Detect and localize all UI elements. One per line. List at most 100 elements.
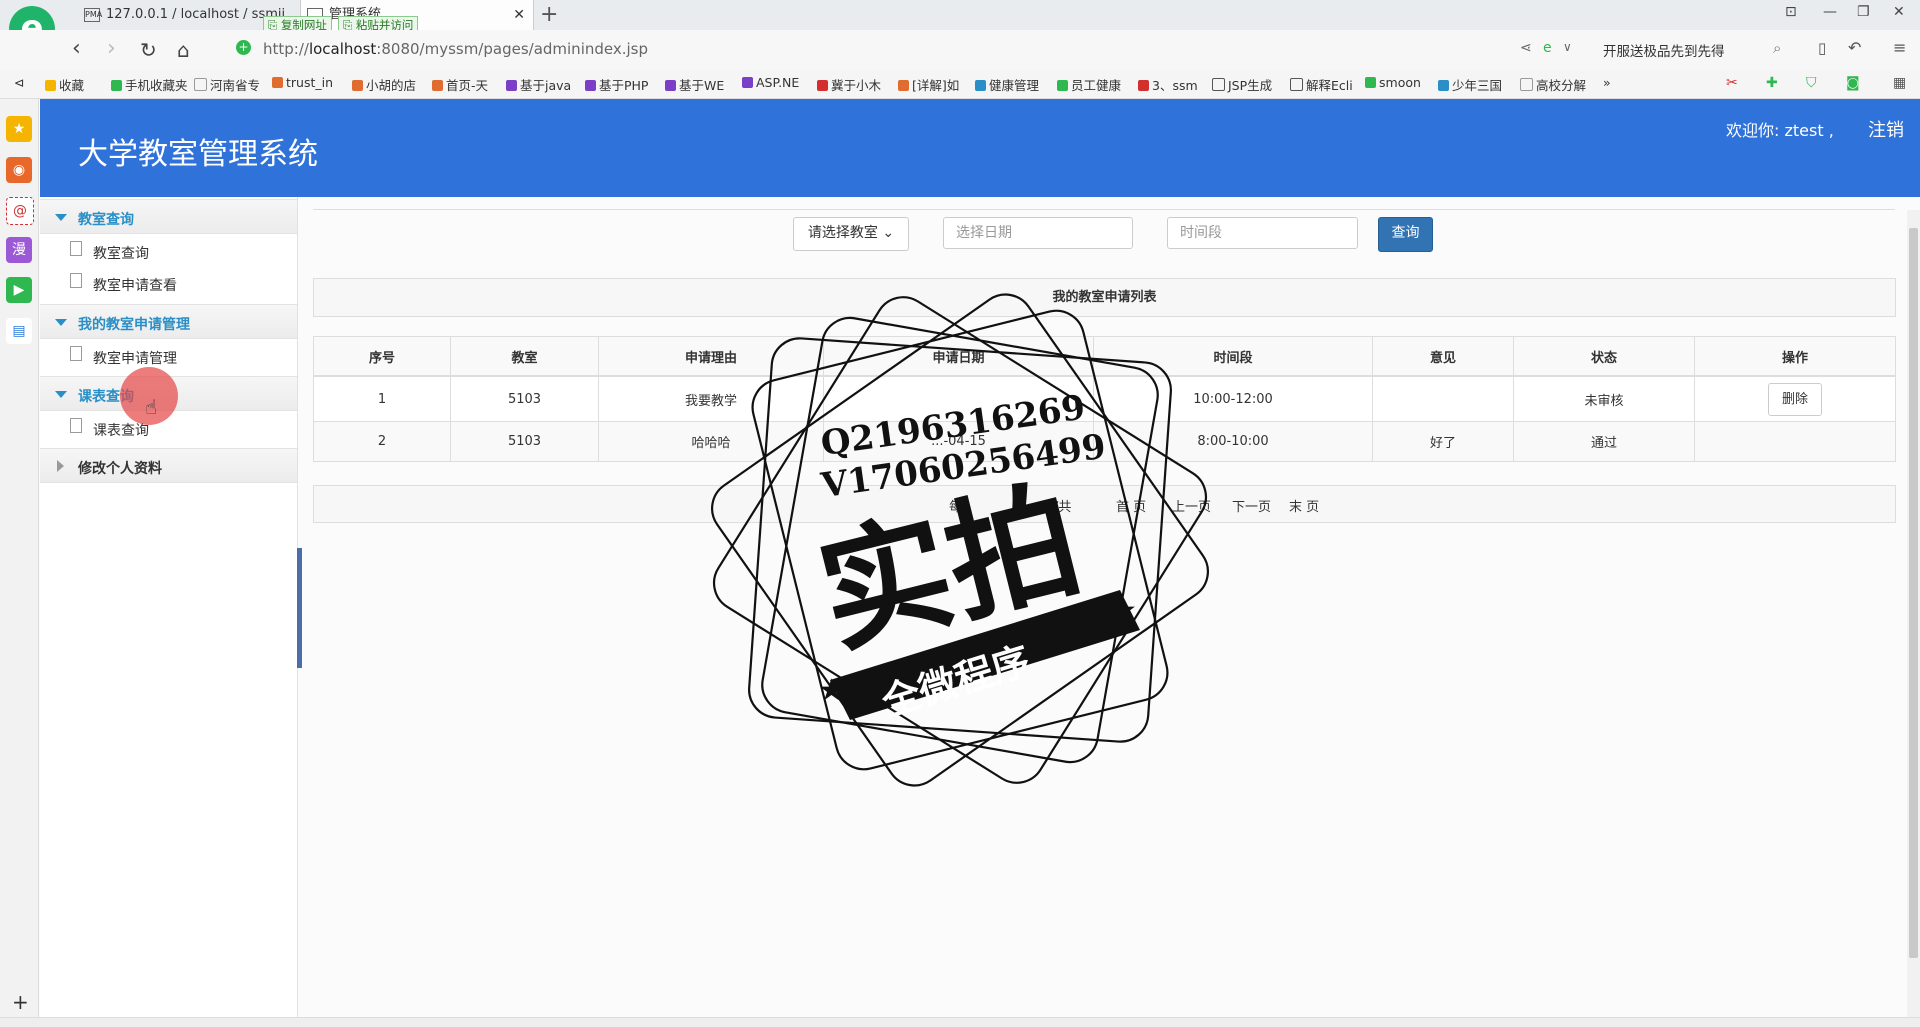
search-input[interactable]: 开服送极品先到先得 <box>1603 40 1725 60</box>
url-input[interactable]: http://localhost:8080/myssm/pages/admini… <box>263 40 648 58</box>
tab-favicon-icon: PMA <box>84 7 102 22</box>
bookmark-label: 健康管理 <box>989 78 1040 93</box>
bookmark-item[interactable]: [详解]如 <box>898 75 959 94</box>
tab-close-icon[interactable]: ✕ <box>513 0 525 30</box>
bookmark-label: [详解]如 <box>912 78 960 93</box>
delete-button[interactable]: 删除 <box>1768 382 1822 416</box>
bookmark-item[interactable]: 首页-天 <box>432 75 488 94</box>
menu-item-application-view[interactable]: 教室申请查看 <box>40 268 297 300</box>
menu-group-my-applications[interactable]: 我的教室申请管理 <box>40 304 297 339</box>
menu-item-application-manage[interactable]: 教室申请管理 <box>40 341 297 373</box>
column-header: 操作 <box>1694 336 1896 377</box>
period-input[interactable]: 时间段 <box>1167 217 1358 249</box>
bookmark-item[interactable]: 3、ssm <box>1138 75 1198 94</box>
bookmark-label: 少年三国 <box>1452 78 1503 93</box>
classroom-select[interactable]: 请选择教室 ⌄ <box>793 217 909 251</box>
menu-group-label: 我的教室申请管理 <box>78 317 190 333</box>
minimize-icon[interactable]: — <box>1823 4 1837 20</box>
scissors-icon[interactable]: ✂ <box>1726 75 1738 91</box>
phone-icon[interactable]: ▯ <box>1818 39 1826 57</box>
cell-room: 5103 <box>450 375 599 422</box>
logout-link[interactable]: 注销 <box>1868 116 1904 142</box>
bookmark-item[interactable]: 小胡的店 <box>352 75 416 94</box>
next-page-link[interactable]: 下一页 <box>1232 496 1271 515</box>
bookmark-item[interactable]: 健康管理 <box>975 75 1039 94</box>
shirt-icon[interactable]: ⊡ <box>1785 4 1797 20</box>
menu-icon[interactable]: ≡ <box>1893 38 1906 57</box>
caret-down-icon <box>55 214 67 221</box>
cell-opinion <box>1372 375 1514 422</box>
bookmark-label: smoon <box>1379 75 1421 90</box>
restore-icon[interactable]: ❐ <box>1857 4 1870 20</box>
panel-splitter[interactable] <box>297 548 302 668</box>
favorites-star-icon[interactable]: ★ <box>6 116 32 142</box>
menu-item-classroom-query[interactable]: 教室查询 <box>40 236 297 268</box>
more-bookmarks-icon[interactable]: » <box>1603 75 1611 90</box>
caret-right-icon <box>57 460 64 472</box>
bookmark-item[interactable]: ASP.NE <box>742 75 799 90</box>
last-page-link[interactable]: 末 页 <box>1289 496 1319 515</box>
back-icon[interactable]: ‹ <box>72 36 81 61</box>
comic-icon[interactable]: 漫 <box>6 237 32 263</box>
sidebar-toggle-icon[interactable]: ⊲ <box>14 75 24 90</box>
menu-item-timetable-query[interactable]: 课表查询 <box>40 413 297 445</box>
search-icon[interactable]: ⌕ <box>1773 39 1781 57</box>
close-window-icon[interactable]: ✕ <box>1893 4 1905 20</box>
forward-icon[interactable]: › <box>107 36 116 61</box>
share-icon[interactable]: ⋖ <box>1520 40 1532 56</box>
new-tab-button[interactable]: + <box>540 0 558 30</box>
document-icon <box>70 346 82 361</box>
app-header <box>40 99 1920 197</box>
bookmark-item[interactable]: 员工健康 <box>1057 75 1121 94</box>
url-prefix: http:// <box>263 40 309 58</box>
bookmark-item[interactable]: 基于java <box>506 75 571 94</box>
bookmark-item[interactable]: 少年三国 <box>1438 75 1502 94</box>
menu-group-classroom-query[interactable]: 教室查询 <box>40 199 297 234</box>
scrollbar-thumb[interactable] <box>1909 228 1918 958</box>
bookmark-item[interactable]: 冀于小木 <box>817 75 881 94</box>
bookmark-item[interactable]: JSP生成 <box>1212 75 1272 94</box>
chevron-down-icon[interactable]: ∨ <box>1563 40 1572 54</box>
menu-group-label: 教室查询 <box>78 212 134 228</box>
query-button[interactable]: 查询 <box>1378 217 1433 252</box>
bookmark-item[interactable]: trust_in <box>272 75 333 90</box>
cell-status: 通过 <box>1513 421 1695 462</box>
bookmark-item[interactable]: 解释Ecli <box>1290 75 1353 94</box>
bookmark-item[interactable]: 河南省专 <box>194 75 260 94</box>
reload-icon[interactable]: ↻ <box>140 38 157 62</box>
bookmark-item[interactable]: 基于WE <box>665 75 724 94</box>
cell-no: 2 <box>313 421 451 462</box>
document-icon[interactable]: ▤ <box>6 318 32 344</box>
bookmark-label: 收藏 <box>59 78 85 93</box>
bookmark-item[interactable]: 手机收藏夹 <box>111 75 188 94</box>
date-input[interactable]: 选择日期 <box>943 217 1133 249</box>
hand-cursor-icon: ☝ <box>145 395 158 419</box>
video-icon[interactable]: ▶ <box>6 277 32 303</box>
game-icon[interactable]: ◙ <box>1846 75 1860 91</box>
translate-icon[interactable]: ✚ <box>1766 75 1778 91</box>
bookmark-item[interactable]: 基于PHP <box>585 75 648 94</box>
shield-icon[interactable]: ⛉ <box>1806 75 1817 91</box>
mail-icon[interactable]: @ <box>6 197 34 225</box>
menu-group-profile[interactable]: 修改个人资料 <box>40 448 297 483</box>
weibo-icon[interactable]: ◉ <box>6 157 32 183</box>
add-panel-icon[interactable]: + <box>12 990 29 1014</box>
undo-icon[interactable]: ↶ <box>1848 38 1861 57</box>
cell-opinion: 好了 <box>1372 421 1514 462</box>
home-icon[interactable]: ⌂ <box>177 38 190 62</box>
bookmark-item[interactable]: 高校分解 <box>1520 75 1586 94</box>
menu-item-label: 教室申请管理 <box>93 351 177 367</box>
welcome-text: 欢迎你: ztest , <box>1726 121 1834 140</box>
cell-room: 5103 <box>450 421 599 462</box>
menu-item-label: 教室查询 <box>93 246 149 262</box>
engine-icon[interactable]: e <box>1543 40 1552 56</box>
cell-status: 未审核 <box>1513 375 1695 422</box>
grid-icon[interactable]: ▦ <box>1893 75 1906 91</box>
cell-action <box>1694 421 1896 462</box>
bookmark-item[interactable]: 收藏 <box>45 75 84 94</box>
bookmark-label: 基于java <box>520 78 572 93</box>
bookmark-item[interactable]: smoon <box>1365 75 1421 90</box>
column-header: 序号 <box>313 336 451 377</box>
cell-action: 删除 <box>1694 375 1896 422</box>
bookmark-label: 冀于小木 <box>831 78 882 93</box>
